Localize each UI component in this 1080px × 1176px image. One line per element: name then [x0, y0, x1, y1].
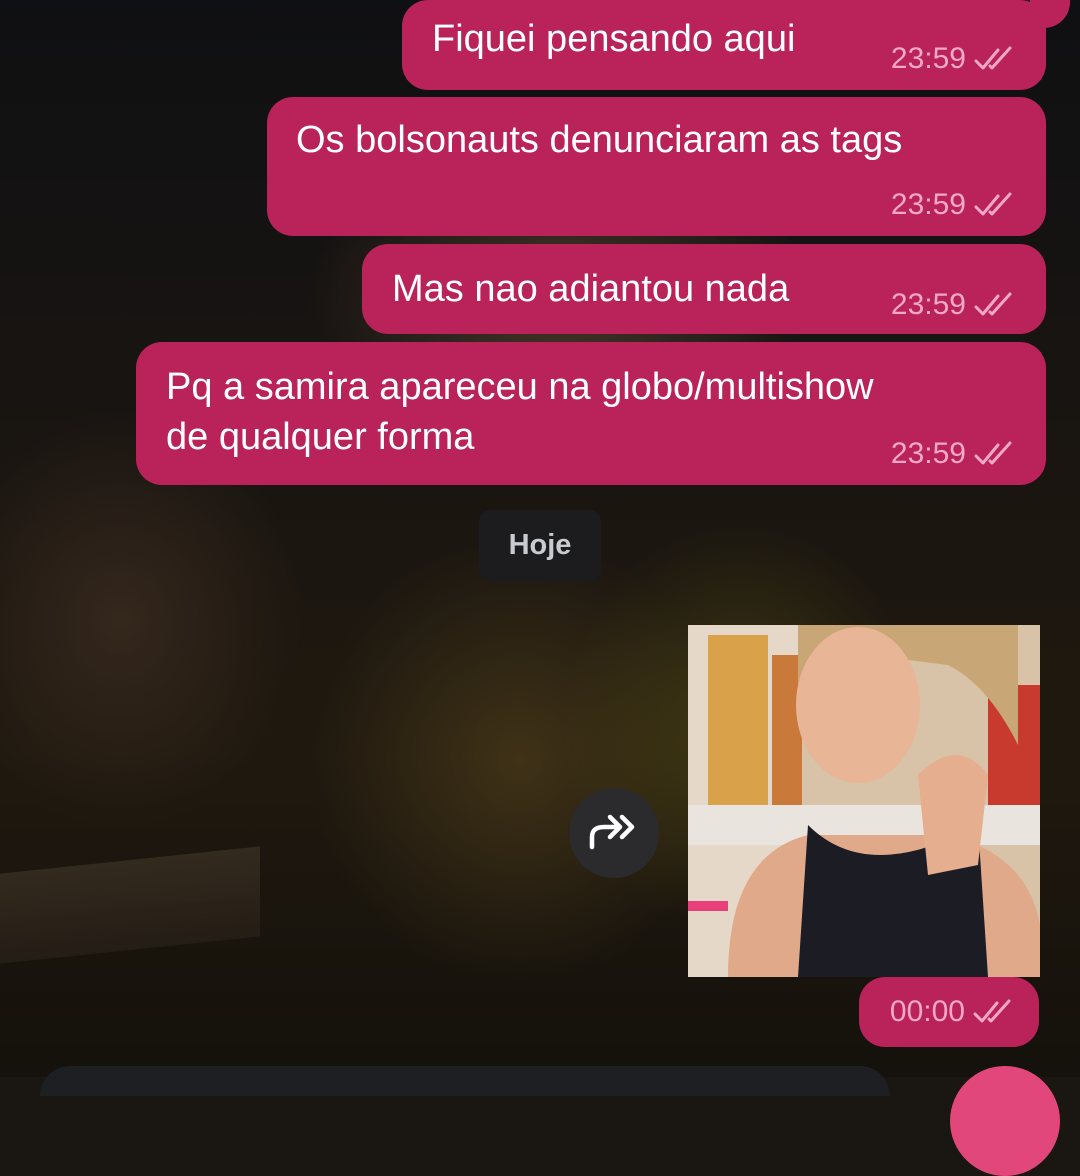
- message-bubble-2[interactable]: Os bolsonauts denunciaram as tags 23:59: [267, 97, 1046, 236]
- image-message[interactable]: [688, 625, 1040, 977]
- image-message-meta: 00:00: [859, 977, 1039, 1047]
- message-input-bar[interactable]: [40, 1066, 890, 1096]
- message-time: 23:59: [890, 42, 966, 75]
- message-bubble-1[interactable]: Fiquei pensando aqui 23:59: [402, 0, 1046, 90]
- double-check-icon: [974, 292, 1012, 316]
- message-bubble-3[interactable]: Mas nao adiantou nada 23:59: [362, 244, 1046, 334]
- message-time: 00:00: [889, 995, 965, 1028]
- forward-icon: [589, 814, 635, 850]
- photo-thumbnail: [688, 625, 1040, 977]
- double-check-icon: [974, 441, 1012, 465]
- message-text: Os bolsonauts denunciaram as tags: [296, 119, 903, 161]
- message-time: 23:59: [890, 188, 966, 221]
- message-bubble-4[interactable]: Pq a samira apareceu na globo/multishow …: [136, 342, 1046, 485]
- date-separator: Hoje: [479, 510, 601, 581]
- double-check-icon: [974, 192, 1012, 216]
- message-time: 23:59: [890, 288, 966, 321]
- send-button[interactable]: [950, 1066, 1060, 1176]
- double-check-icon: [973, 999, 1011, 1023]
- message-time: 23:59: [890, 437, 966, 470]
- date-separator-label: Hoje: [508, 529, 572, 561]
- forward-button[interactable]: [569, 788, 659, 878]
- double-check-icon: [974, 46, 1012, 70]
